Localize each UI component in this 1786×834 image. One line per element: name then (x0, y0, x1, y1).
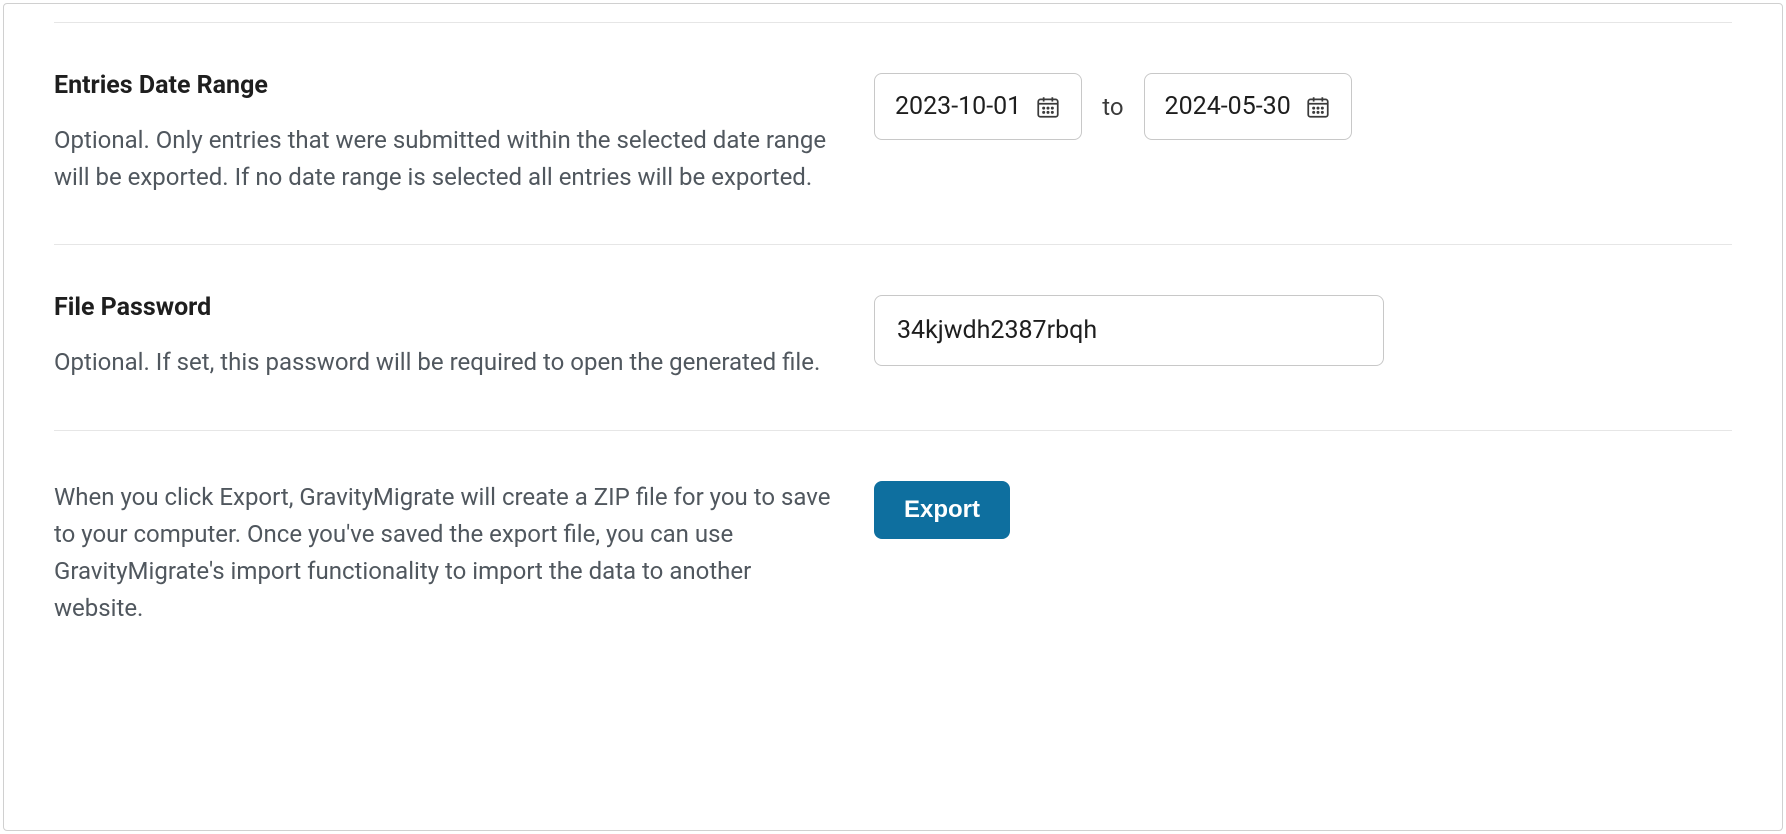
file-password-title: File Password (54, 293, 834, 322)
date-range-section: Entries Date Range Optional. Only entrie… (54, 22, 1732, 245)
export-left: When you click Export, GravityMigrate wi… (54, 479, 834, 628)
file-password-left: File Password Optional. If set, this pas… (54, 293, 834, 381)
date-range-description: Optional. Only entries that were submitt… (54, 122, 834, 196)
export-right: Export (874, 479, 1732, 628)
date-range-right: 2023-10-01 (874, 71, 1732, 196)
export-description: When you click Export, GravityMigrate wi… (54, 479, 834, 628)
date-range-separator: to (1102, 93, 1123, 121)
export-section: When you click Export, GravityMigrate wi… (54, 431, 1732, 676)
file-password-description: Optional. If set, this password will be … (54, 344, 834, 381)
date-to-input[interactable]: 2024-05-30 (1144, 73, 1352, 140)
file-password-input[interactable] (874, 295, 1384, 366)
calendar-icon (1305, 94, 1331, 120)
export-button[interactable]: Export (874, 481, 1010, 539)
date-range-left: Entries Date Range Optional. Only entrie… (54, 71, 834, 196)
export-settings-panel: Entries Date Range Optional. Only entrie… (3, 3, 1783, 831)
date-range-title: Entries Date Range (54, 71, 834, 100)
file-password-right (874, 293, 1732, 381)
file-password-section: File Password Optional. If set, this pas… (54, 245, 1732, 430)
date-from-value: 2023-10-01 (895, 92, 1021, 121)
date-range-row: 2023-10-01 (874, 73, 1732, 140)
date-to-value: 2024-05-30 (1165, 92, 1291, 121)
date-from-input[interactable]: 2023-10-01 (874, 73, 1082, 140)
calendar-icon (1035, 94, 1061, 120)
